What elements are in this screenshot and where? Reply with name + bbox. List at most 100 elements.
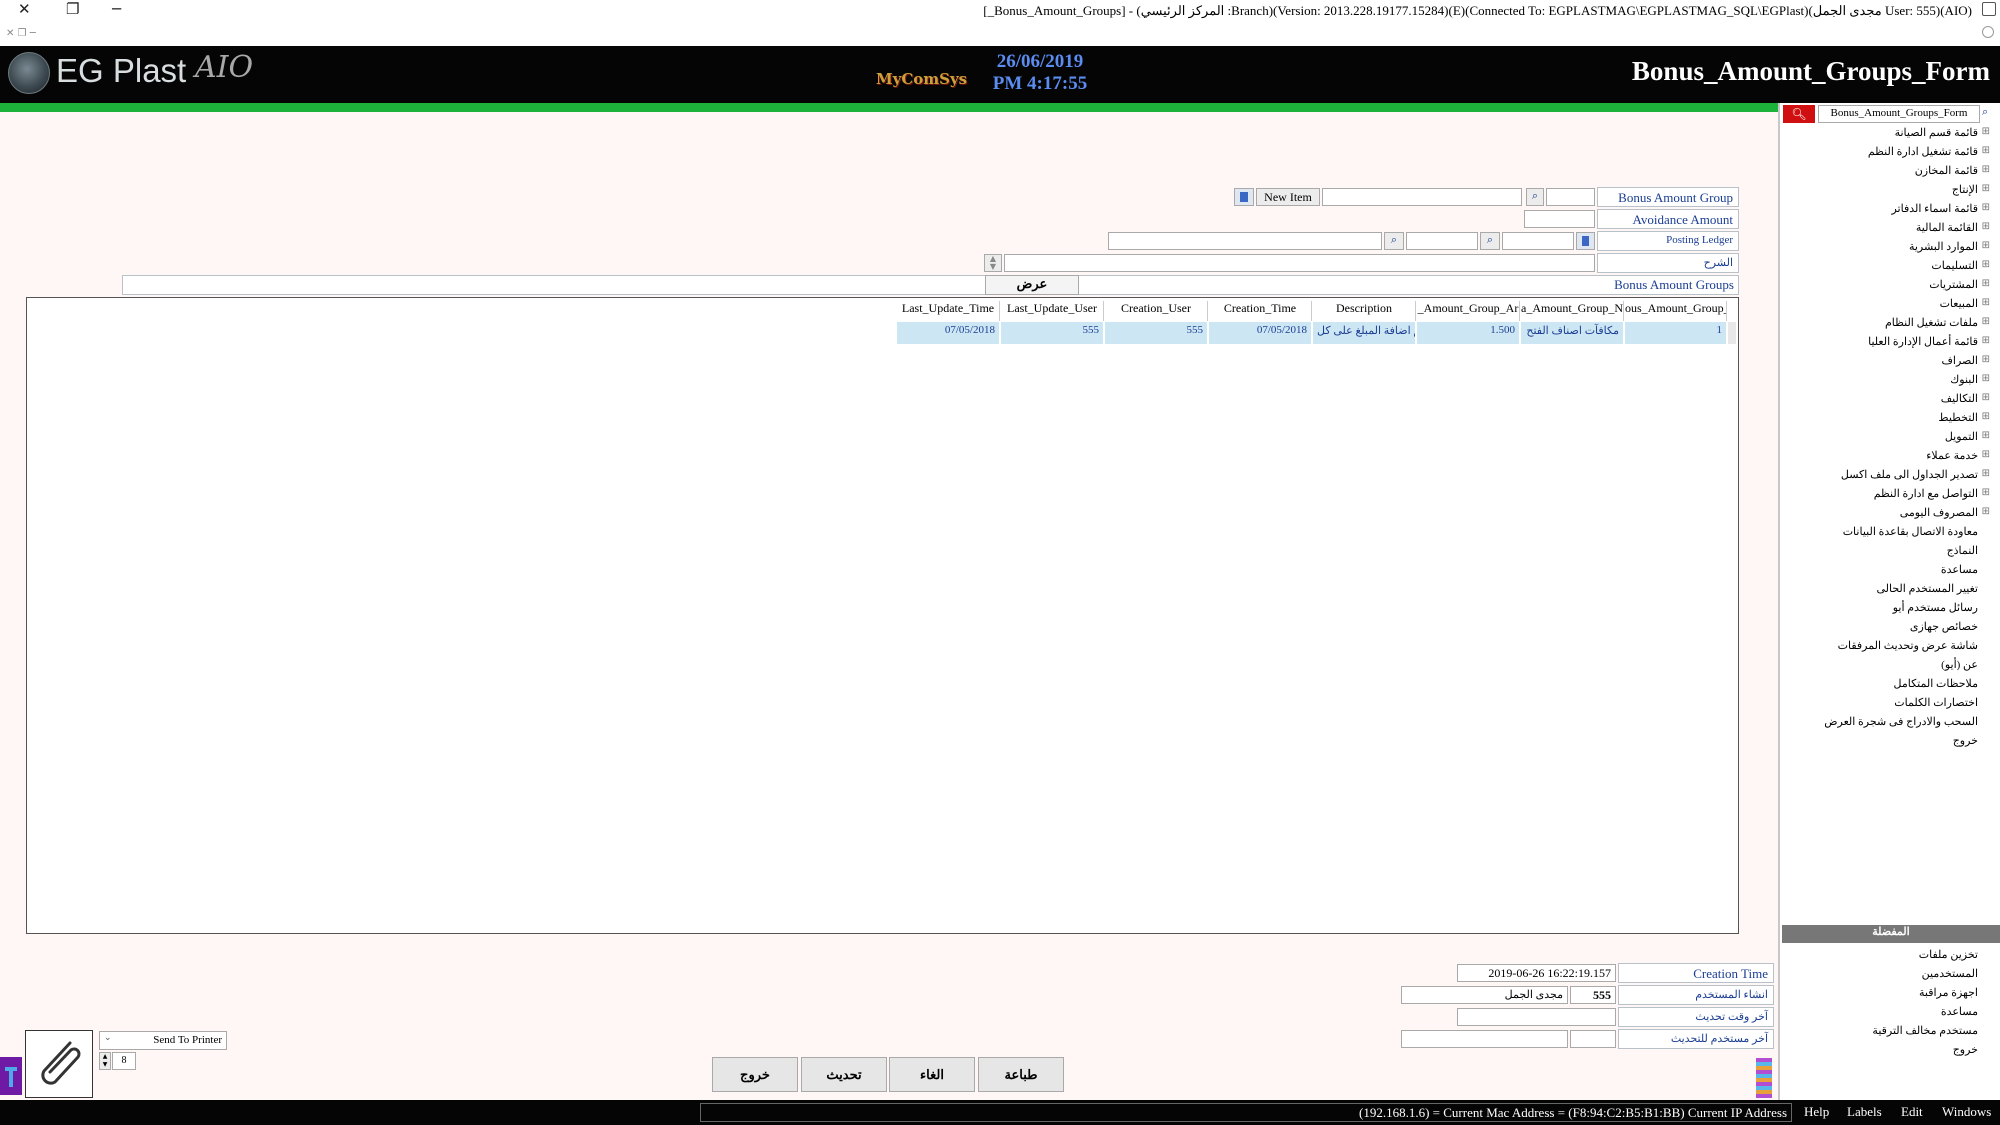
tree-item[interactable]: قائمة أعمال الإدارة العليا xyxy=(1868,335,1990,348)
logo-globe-icon xyxy=(8,52,50,94)
grid-column-header[interactable]: ous_Amount_Group_ xyxy=(1625,301,1727,321)
tree-item[interactable]: المصروف اليومى xyxy=(1900,506,1991,519)
ledger-search-icon[interactable]: ⌕ xyxy=(1480,232,1500,250)
menu-item[interactable]: ملاحظات المتكامل xyxy=(1894,677,1978,690)
tree-item[interactable]: التسليمات xyxy=(1931,259,1990,272)
bonus-amount-group-code-input[interactable] xyxy=(1546,188,1595,206)
update-button[interactable]: تحديث xyxy=(801,1057,887,1092)
search-button-icon[interactable]: 🔍︎ xyxy=(1783,105,1815,123)
mdi-controls-icon[interactable]: ✕ ❐ ─ xyxy=(6,28,36,39)
side-tab-icon[interactable] xyxy=(0,1057,22,1095)
tree-item[interactable]: التكاليف xyxy=(1941,392,1990,405)
tree-item[interactable]: قائمة قسم الصيانة xyxy=(1895,126,1991,139)
menu-item[interactable]: اختصارات الكلمات xyxy=(1894,696,1978,709)
tree-item[interactable]: التواصل مع ادارة النظم xyxy=(1874,487,1991,500)
menu-item[interactable]: تغيير المستخدم الحالى xyxy=(1876,582,1978,595)
record-nav-icon[interactable] xyxy=(1234,188,1254,206)
grid-cell[interactable]: مكافآت اصناف الفتح xyxy=(1521,322,1624,344)
tree-item[interactable]: الموارد البشرية xyxy=(1909,240,1990,253)
ledger-nav-icon[interactable] xyxy=(1576,232,1595,250)
restore-icon[interactable]: ❐ xyxy=(66,0,79,18)
grid-column-header[interactable]: Last_Update_User xyxy=(1001,301,1104,321)
grid-column-header[interactable]: Description xyxy=(1313,301,1416,321)
menu-item[interactable]: السحب والادراج فى شجرة العرض xyxy=(1824,715,1978,728)
copies-input[interactable]: 8 xyxy=(112,1052,136,1070)
menu-item[interactable]: خروج xyxy=(1953,734,1978,747)
filter-search-icon[interactable]: ⌕ xyxy=(1982,105,1998,123)
grid-column-header[interactable]: Creation_User xyxy=(1105,301,1208,321)
data-grid[interactable]: ous_Amount_Group_ a_Amount_Group_N _Amou… xyxy=(26,297,1739,934)
menu-item[interactable]: النماذج xyxy=(1947,544,1978,557)
tree-item[interactable]: التمويل xyxy=(1945,430,1990,443)
tree-item[interactable]: الإنتاج xyxy=(1952,183,1990,196)
posting-ledger-name-input[interactable] xyxy=(1108,232,1382,250)
tree-item[interactable]: المبيعات xyxy=(1940,297,1991,310)
description-spin-icon[interactable]: ▲ ▼ xyxy=(984,254,1002,272)
copies-spin-icon[interactable]: ▲ ▼ xyxy=(99,1052,111,1070)
last-update-user-id xyxy=(1570,1030,1616,1048)
created-by-id: 555 xyxy=(1570,986,1616,1004)
menu-item[interactable]: خصائص جهازى xyxy=(1910,620,1978,633)
grid-cell[interactable]: يتم اضافة المبلغ على كل xyxy=(1313,322,1416,344)
grid-cell[interactable]: 1 xyxy=(1625,322,1727,344)
tree-item[interactable]: قائمة اسماء الدفاتر xyxy=(1891,202,1990,215)
posting-ledger-sub-input[interactable] xyxy=(1406,232,1478,250)
favorite-item[interactable]: تخزين ملفات xyxy=(1919,948,1978,961)
grid-column-header[interactable]: Creation_Time xyxy=(1209,301,1312,321)
chevron-down-icon: ⌄ xyxy=(104,1033,112,1043)
last-update-time-label: آخر وقت تحديث xyxy=(1618,1007,1774,1027)
tree-item[interactable]: المشتريات xyxy=(1929,278,1990,291)
cancel-button[interactable]: الغاء xyxy=(889,1057,975,1092)
tree-item[interactable]: قائمة تشغيل ادارة النظم xyxy=(1868,145,1990,158)
grid-cell[interactable]: 07/05/2018 xyxy=(897,322,1000,344)
description-input[interactable] xyxy=(1004,254,1595,272)
menu-item[interactable]: معاودة الاتصال بقاعدة البيانات xyxy=(1843,525,1978,538)
menu-item[interactable]: رسائل مستخدم أيو xyxy=(1893,601,1978,614)
grid-cell[interactable]: 555 xyxy=(1105,322,1208,344)
grid-cell[interactable]: 555 xyxy=(1001,322,1104,344)
logo-text: EG Plast xyxy=(56,52,187,89)
favorite-item[interactable]: المستخدمين xyxy=(1922,967,1978,980)
attachment-button[interactable] xyxy=(25,1030,93,1098)
grid-column-header[interactable]: a_Amount_Group_N xyxy=(1521,301,1624,321)
favorite-item[interactable]: اجهزة مراقبة xyxy=(1919,986,1978,999)
grid-column-header[interactable]: Last_Update_Time xyxy=(897,301,1000,321)
menu-help[interactable]: Help xyxy=(1804,1104,1829,1120)
tree-item[interactable]: التخطيط xyxy=(1938,411,1990,424)
tree-item[interactable]: تصدير الجداول الى ملف اكسل xyxy=(1841,468,1990,481)
posting-ledger-code-input[interactable] xyxy=(1502,232,1574,250)
menu-edit[interactable]: Edit xyxy=(1901,1104,1923,1120)
tree-item[interactable]: البنوك xyxy=(1950,373,1990,386)
avoidance-amount-input[interactable] xyxy=(1524,210,1595,228)
favorite-item[interactable]: مساعدة xyxy=(1941,1005,1978,1018)
tree-item[interactable]: القائمة المالية xyxy=(1916,221,1990,234)
search-icon[interactable]: ⌕ xyxy=(1526,188,1544,206)
tree-item[interactable]: ملفات تشغيل النظام xyxy=(1885,316,1990,329)
tree-item[interactable]: الصراف xyxy=(1942,354,1991,367)
tree-item[interactable]: قائمة المخازن xyxy=(1915,164,1991,177)
grid-column-header[interactable]: _Amount_Group_Ar xyxy=(1417,301,1520,321)
help-circle-icon[interactable] xyxy=(1982,26,1994,38)
close-icon[interactable]: ✕ xyxy=(18,0,31,18)
print-button[interactable]: طباعة xyxy=(978,1057,1064,1092)
menu-item[interactable]: مساعدة xyxy=(1941,563,1978,576)
grid-row-scroll[interactable] xyxy=(1728,322,1736,344)
favorite-item[interactable]: مستخدم مخالف الترقية xyxy=(1872,1024,1978,1037)
form-search-input[interactable]: Bonus_Amount_Groups_Form xyxy=(1818,105,1980,123)
send-to-printer-select[interactable]: ⌄ Send To Printer xyxy=(99,1031,227,1050)
new-item-button[interactable]: New Item xyxy=(1256,188,1320,206)
menu-labels[interactable]: Labels xyxy=(1847,1104,1882,1120)
favorite-item[interactable]: خروج xyxy=(1953,1043,1978,1056)
menu-item[interactable]: عن (أيو) xyxy=(1941,658,1978,671)
show-button[interactable]: عرض xyxy=(985,275,1079,295)
bonus-amount-group-name-input[interactable] xyxy=(1322,188,1522,206)
grid-cell[interactable]: 1.500 xyxy=(1417,322,1520,344)
minimize-icon[interactable]: ─ xyxy=(112,0,121,18)
menu-item[interactable]: شاشة عرض وتحديث المرفقات xyxy=(1838,639,1978,652)
description-label: الشرح xyxy=(1597,253,1739,273)
ledger-sub-search-icon[interactable]: ⌕ xyxy=(1384,232,1404,250)
menu-windows[interactable]: Windows xyxy=(1942,1104,1991,1120)
tree-item[interactable]: خدمة عملاء xyxy=(1926,449,1990,462)
grid-cell[interactable]: 07/05/2018 xyxy=(1209,322,1312,344)
exit-button[interactable]: خروج xyxy=(712,1057,798,1092)
